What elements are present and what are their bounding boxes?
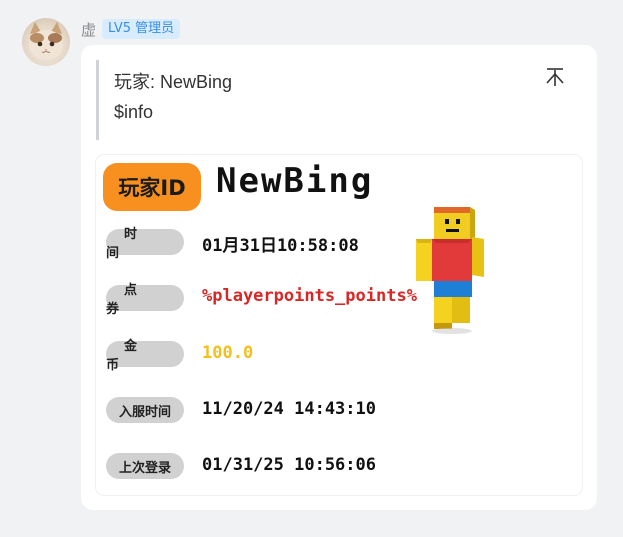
message-bubble[interactable]: 玩家: NewBing $info 玩家ID NewBing 时间 01月31日… [81,45,597,510]
value-coins: 100.0 [202,343,254,363]
pin-top-icon[interactable] [544,66,566,88]
value-time: 01月31日10:58:08 [202,236,359,256]
label-points: 点券 [106,283,184,317]
quoted-message[interactable]: 玩家: NewBing $info [96,60,569,140]
cat-avatar-image [29,22,63,60]
label-join-time: 入服时间 [106,397,184,423]
value-points: %playerpoints_points% [202,286,417,306]
message-header: 虚 LV5 管理员 [81,18,181,40]
player-id-badge: 玩家ID [103,163,201,211]
label-time: 时间 [106,227,184,261]
player-name: NewBing [216,161,374,201]
label-last-login: 上次登录 [106,453,184,479]
quote-info: $info [114,102,154,122]
level-badge: LV5 管理员 [102,19,181,39]
sender-name[interactable]: 虚 [81,19,96,40]
quote-title: 玩家: NewBing [114,72,233,92]
player-info-card[interactable]: 玩家ID NewBing 时间 01月31日10:58:08 点券 %playe… [96,155,582,495]
value-last-login: 01/31/25 10:56:06 [202,455,376,475]
minecraft-skin-figure [416,207,484,334]
value-join-time: 11/20/24 14:43:10 [202,399,376,419]
sender-avatar[interactable] [22,18,70,66]
label-coins: 金币 [106,339,184,373]
